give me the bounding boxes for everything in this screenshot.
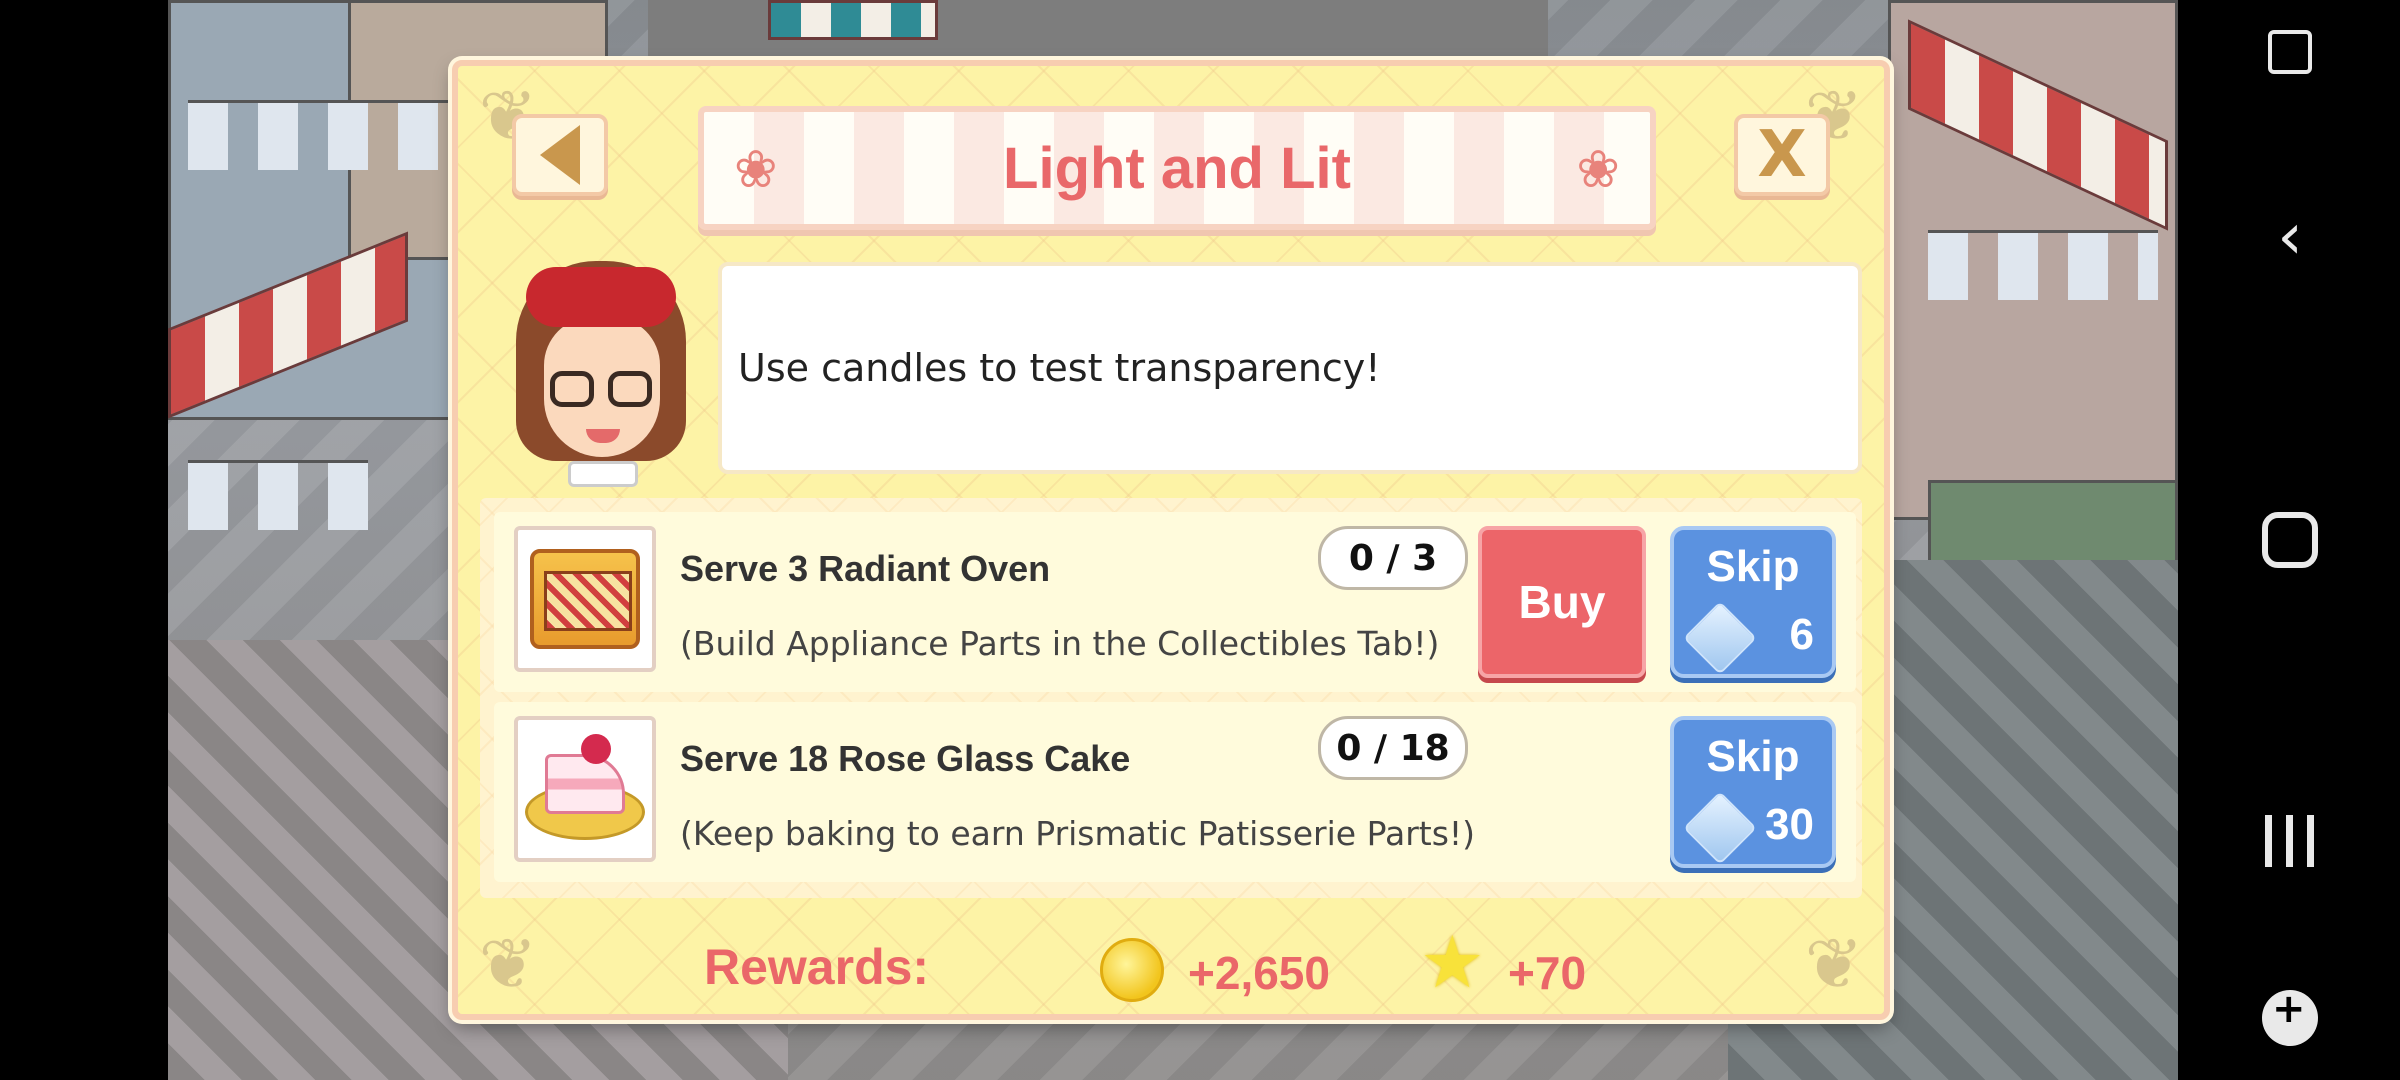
rose-glass-cake-icon — [525, 734, 645, 844]
screenshot-icon[interactable] — [2268, 30, 2312, 74]
skip-button[interactable]: Skip 6 — [1670, 526, 1836, 678]
task-thumbnail — [514, 716, 656, 862]
awning — [768, 0, 938, 40]
star-reward: +70 — [1508, 947, 1587, 999]
skip-label: Skip — [1706, 732, 1800, 781]
task-row: Serve 18 Rose Glass Cake (Keep baking to… — [494, 702, 1856, 882]
quest-dialog: ❦ ❦ ❦ ❦ ❀ Light and Lit ❀ X Use candles … — [452, 60, 1890, 1020]
task-description: (Keep baking to earn Prismatic Patisseri… — [680, 814, 1476, 853]
task-row: Serve 3 Radiant Oven (Build Appliance Pa… — [494, 512, 1856, 692]
skip-cost: 30 — [1765, 800, 1814, 849]
home-nav-icon[interactable] — [2262, 512, 2318, 568]
windows — [188, 460, 368, 530]
back-nav-icon[interactable]: ‹ — [2277, 200, 2303, 274]
recents-nav-icon[interactable] — [2265, 815, 2315, 867]
skip-cost: 6 — [1789, 610, 1814, 659]
speech-bubble: Use candles to test transparency! — [718, 262, 1862, 474]
rewards-label: Rewards: — [704, 939, 930, 995]
skip-label: Skip — [1706, 542, 1800, 591]
radiant-oven-icon — [530, 549, 640, 649]
windows — [1928, 230, 2158, 300]
back-button[interactable] — [512, 114, 608, 196]
coin-icon — [1100, 938, 1164, 1002]
flourish-icon: ❀ — [1576, 140, 1620, 200]
gem-icon — [1683, 601, 1757, 675]
back-arrow-icon — [540, 125, 580, 185]
buy-button[interactable]: Buy — [1478, 526, 1646, 678]
rewards-bar: Rewards: +2,650 ★ +70 — [480, 916, 1862, 1016]
flourish-icon: ❀ — [734, 140, 778, 200]
character-avatar — [506, 261, 696, 491]
coin-reward: +2,650 — [1188, 947, 1330, 999]
task-progress: 0 / 18 — [1318, 716, 1468, 780]
task-description: (Build Appliance Parts in the Collectibl… — [680, 624, 1440, 663]
dialog-title: Light and Lit — [1003, 135, 1351, 201]
windows — [188, 100, 468, 170]
task-title: Serve 3 Radiant Oven — [680, 548, 1051, 589]
star-icon: ★ — [1420, 920, 1485, 1004]
task-progress: 0 / 3 — [1318, 526, 1468, 590]
tasks-panel: Serve 3 Radiant Oven (Build Appliance Pa… — [480, 498, 1862, 898]
game-tools-icon[interactable] — [2262, 986, 2318, 1046]
close-button[interactable]: X — [1734, 114, 1830, 196]
task-title: Serve 18 Rose Glass Cake — [680, 738, 1131, 779]
speech-text: Use candles to test transparency! — [738, 346, 1381, 390]
close-icon: X — [1757, 118, 1807, 192]
task-thumbnail — [514, 526, 656, 672]
skip-button[interactable]: Skip 30 — [1670, 716, 1836, 868]
gem-icon — [1683, 791, 1757, 865]
title-banner: ❀ Light and Lit ❀ — [698, 106, 1656, 230]
